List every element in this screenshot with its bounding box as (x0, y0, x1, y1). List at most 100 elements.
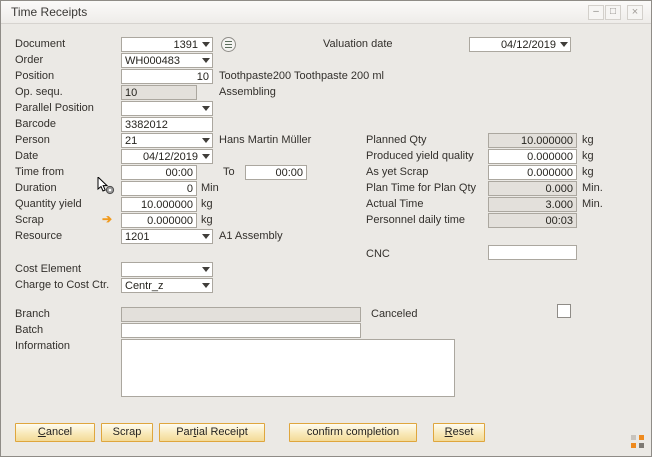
time-receipts-window: Time Receipts – □ × Document Order Posit… (0, 0, 652, 457)
time-to-label: To (223, 165, 235, 180)
planned-qty-label: Planned Qty (366, 133, 427, 148)
resource-input[interactable] (122, 230, 212, 243)
parallel-position-label: Parallel Position (15, 101, 94, 116)
resize-grip-icon[interactable] (631, 435, 644, 448)
information-textarea[interactable] (121, 339, 455, 397)
branch-input (121, 307, 361, 322)
as-yet-scrap-unit: kg (582, 165, 594, 180)
information-label: Information (15, 339, 70, 354)
actual-time-label: Actual Time (366, 197, 423, 212)
plan-time-for-plan-qty-unit: Min. (582, 181, 603, 196)
titlebar[interactable]: Time Receipts – □ × (1, 1, 651, 24)
charge-to-cost-ctr-combo (121, 278, 213, 293)
close-icon[interactable]: × (627, 5, 643, 20)
reset-button[interactable]: Reset (433, 423, 485, 442)
document-input[interactable] (122, 38, 212, 51)
cancel-button[interactable]: Cancel (15, 423, 95, 442)
person-label: Person (15, 133, 50, 148)
mouse-cursor-icon (97, 177, 115, 195)
batch-input[interactable] (121, 323, 361, 338)
produced-yield-quality-input[interactable] (488, 149, 577, 164)
resource-combo (121, 229, 213, 244)
cost-element-label: Cost Element (15, 262, 81, 277)
cnc-input[interactable] (488, 245, 577, 260)
barcode-input[interactable] (121, 117, 213, 132)
op-sequ-input (121, 85, 197, 100)
date-label: Date (15, 149, 38, 164)
link-arrow-icon[interactable]: ➔ (102, 212, 112, 227)
personnel-daily-time-input (488, 213, 577, 228)
duration-input[interactable] (121, 181, 197, 196)
planned-qty-input (488, 133, 577, 148)
actual-time-unit: Min. (582, 197, 603, 212)
chevron-down-icon[interactable] (200, 38, 211, 51)
time-from-input[interactable] (121, 165, 197, 180)
minimize-icon[interactable]: – (588, 5, 604, 20)
resource-description: A1 Assembly (219, 229, 283, 244)
position-label: Position (15, 69, 54, 84)
scrap-unit: kg (201, 213, 213, 228)
order-combo (121, 53, 213, 68)
resource-label: Resource (15, 229, 62, 244)
canceled-checkbox[interactable] (557, 304, 571, 318)
branch-label: Branch (15, 307, 50, 322)
charge-to-cost-ctr-input[interactable] (122, 279, 212, 292)
valuation-date-label: Valuation date (323, 37, 393, 52)
duration-label: Duration (15, 181, 57, 196)
person-description: Hans Martin Müller (219, 133, 311, 148)
parallel-position-input[interactable] (122, 102, 212, 115)
date-input[interactable] (122, 150, 212, 163)
canceled-label: Canceled (371, 307, 417, 322)
order-label: Order (15, 53, 43, 68)
position-description: Toothpaste200 Toothpaste 200 ml (219, 69, 384, 84)
scrap-button[interactable]: Scrap (101, 423, 153, 442)
as-yet-scrap-input[interactable] (488, 165, 577, 180)
chevron-down-icon[interactable] (200, 54, 211, 67)
parallel-position-combo (121, 101, 213, 116)
order-input[interactable] (122, 54, 212, 67)
chevron-down-icon[interactable] (200, 102, 211, 115)
confirm-completion-button[interactable]: confirm completion (289, 423, 417, 442)
barcode-label: Barcode (15, 117, 56, 132)
document-combo (121, 37, 213, 52)
op-sequ-label: Op. sequ. (15, 85, 63, 100)
duration-unit: Min (201, 181, 219, 196)
planned-qty-unit: kg (582, 133, 594, 148)
chevron-down-icon[interactable] (200, 263, 211, 276)
plan-time-for-plan-qty-label: Plan Time for Plan Qty (366, 181, 476, 196)
valuation-date-input[interactable] (470, 38, 570, 51)
quantity-yield-unit: kg (201, 197, 213, 212)
document-options-icon[interactable] (221, 37, 236, 52)
date-combo (121, 149, 213, 164)
scrap-label: Scrap (15, 213, 44, 228)
partial-receipt-button[interactable]: Partial Receipt (159, 423, 265, 442)
window-title: Time Receipts (11, 5, 87, 19)
chevron-down-icon[interactable] (200, 279, 211, 292)
produced-yield-quality-label: Produced yield quality (366, 149, 474, 164)
chevron-down-icon[interactable] (558, 38, 569, 51)
cnc-label: CNC (366, 247, 390, 262)
quantity-yield-input[interactable] (121, 197, 197, 212)
as-yet-scrap-label: As yet Scrap (366, 165, 428, 180)
maximize-icon[interactable]: □ (605, 5, 621, 20)
actual-time-input (488, 197, 577, 212)
plan-time-for-plan-qty-input (488, 181, 577, 196)
valuation-date-combo (469, 37, 571, 52)
time-to-input[interactable] (245, 165, 307, 180)
personnel-daily-time-label: Personnel daily time (366, 213, 465, 228)
charge-to-cost-ctr-label: Charge to Cost Ctr. (15, 278, 109, 293)
produced-yield-quality-unit: kg (582, 149, 594, 164)
chevron-down-icon[interactable] (200, 150, 211, 163)
batch-label: Batch (15, 323, 43, 338)
op-sequ-description: Assembling (219, 85, 276, 100)
cost-element-input[interactable] (122, 263, 212, 276)
time-from-label: Time from (15, 165, 64, 180)
position-input[interactable] (121, 69, 213, 84)
chevron-down-icon[interactable] (200, 230, 211, 243)
document-label: Document (15, 37, 65, 52)
chevron-down-icon[interactable] (200, 134, 211, 147)
person-input[interactable] (122, 134, 212, 147)
person-combo (121, 133, 213, 148)
scrap-input[interactable] (121, 213, 197, 228)
quantity-yield-label: Quantity yield (15, 197, 82, 212)
